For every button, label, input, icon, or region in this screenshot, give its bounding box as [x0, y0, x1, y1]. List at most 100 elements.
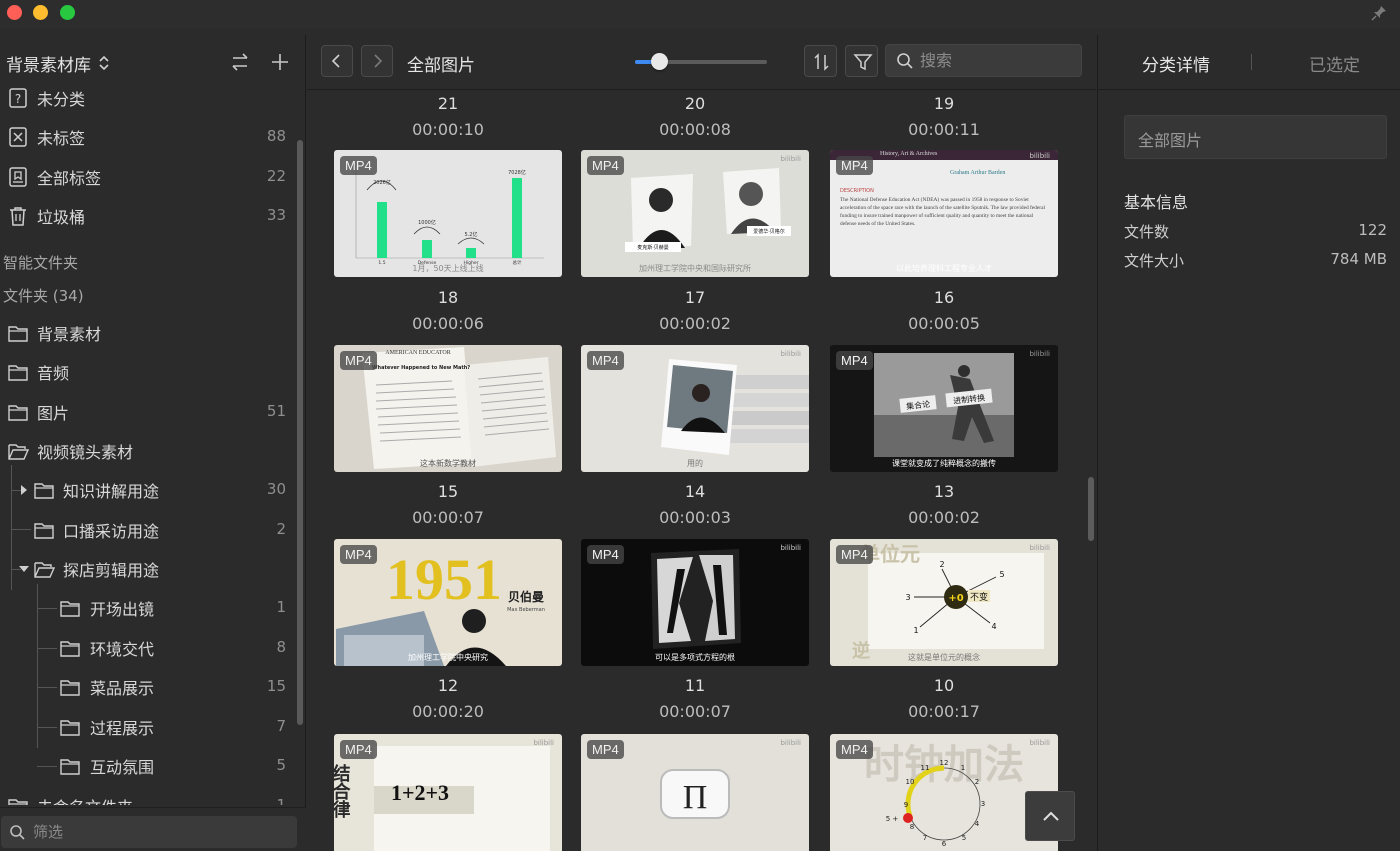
item-duration: 00:00:07 — [412, 508, 484, 527]
info-value: 784 MB — [1330, 250, 1387, 268]
media-thumbnail[interactable]: MP4 bilibili 可以是多项式方程的根 — [581, 539, 809, 666]
media-thumbnail[interactable]: 2026亿 1000亿 5.2亿 7028亿 1.5 Defense Highe… — [334, 150, 562, 277]
smart-folders-title[interactable]: 智能文件夹 — [3, 252, 78, 273]
media-thumbnail[interactable]: AMERICAN EDUCATOR Whatever Happened to N… — [334, 345, 562, 472]
folder-item-store-visit-editing[interactable]: 探店剪辑用途 — [0, 551, 296, 587]
folder-item-knowledge-explain[interactable]: 知识讲解用途 30 — [0, 472, 296, 508]
tab-selected[interactable]: 已选定 — [1309, 51, 1360, 76]
folder-count: 5 — [276, 756, 286, 774]
media-thumbnail[interactable]: MP4 bilibili 用的 — [581, 345, 809, 472]
overlay-text: 结合律 — [334, 763, 351, 819]
watermark-icon: bilibili — [780, 350, 801, 358]
media-thumbnail[interactable]: 麦克斯·贝赫曼 爱德华·贝格尔 MP4 bilibili 加州理工学院中央和国际… — [581, 150, 809, 277]
inspector-panel: 分类详情 已选定 全部图片 基本信息 文件数 122 文件大小 784 MB — [1097, 35, 1400, 851]
media-thumbnail[interactable]: 集合论 进制转换 MP4 bilibili 课堂就变成了纯粹概念的搬传 — [830, 345, 1058, 472]
title-bar — [0, 0, 1400, 28]
item-duration: 00:00:10 — [412, 120, 484, 139]
folder-icon — [8, 405, 28, 421]
item-duration: 00:00:02 — [908, 508, 980, 527]
expand-arrow-icon[interactable] — [21, 485, 27, 495]
folder-item-images[interactable]: 图片 51 — [0, 394, 296, 430]
library-switcher[interactable]: 背景素材库 — [6, 51, 91, 76]
sidebar-item-uncategorized[interactable]: ? 未分类 — [0, 83, 296, 116]
folder-label: 图片 — [37, 404, 70, 423]
media-thumbnail[interactable]: 单位元 逆 +0 不变 2 3 5 1 4 MP4 bilibili 这就是单位… — [830, 539, 1058, 666]
folder-item-video-footage[interactable]: 视频镜头素材 — [0, 433, 296, 469]
minimize-window-button[interactable] — [33, 5, 48, 20]
video-subtitle: 1月，50天上线上线 — [412, 264, 484, 273]
media-thumbnail[interactable]: 结合律 1+2+3 MP4 bilibili — [334, 734, 562, 851]
mp4-badge: MP4 — [587, 740, 624, 759]
info-label: 文件大小 — [1124, 252, 1185, 270]
item-number: 21 — [437, 94, 459, 113]
folder-item-dish-display[interactable]: 菜品展示 15 — [0, 669, 296, 705]
folders-title[interactable]: 文件夹 (34) — [3, 285, 84, 306]
toolbar: 全部图片 — [307, 35, 1096, 90]
folder-item-background-material[interactable]: 背景素材 — [0, 315, 296, 351]
media-thumbnail[interactable]: 1951 贝伯曼 Max Beberman MP4 加州理工学院中央研究 — [334, 539, 562, 666]
sidebar-scrollbar[interactable] — [297, 140, 303, 725]
filter-button[interactable] — [845, 45, 878, 77]
media-thumbnail[interactable]: 时钟加法 12 1 2 3 4 5 6 7 8 9 10 11 5 + MP4 … — [830, 734, 1058, 851]
grid-scrollbar[interactable] — [1088, 477, 1094, 541]
sort-button[interactable] — [804, 45, 837, 77]
folder-count: 1 — [276, 796, 286, 805]
question-icon: ? — [9, 88, 27, 108]
filter-input[interactable] — [1, 816, 297, 848]
add-icon[interactable] — [269, 51, 291, 73]
folder-item-talking-interview[interactable]: 口播采访用途 2 — [0, 512, 296, 548]
clock-number: 6 — [942, 840, 947, 848]
mp4-badge: MP4 — [587, 545, 624, 564]
folder-label: 探店剪辑用途 — [63, 561, 160, 580]
mp4-badge: MP4 — [340, 545, 377, 564]
collapse-arrow-icon[interactable] — [19, 566, 29, 572]
tab-category-details[interactable]: 分类详情 — [1142, 51, 1210, 76]
folder-item-environment[interactable]: 环境交代 8 — [0, 630, 296, 666]
sidebar-item-untagged[interactable]: 未标签 88 — [0, 119, 296, 155]
folder-item-opening[interactable]: 开场出镜 1 — [0, 590, 296, 626]
chevron-up-down-icon[interactable] — [98, 53, 110, 73]
watermark-icon: bilibili — [1029, 739, 1050, 747]
web-heading: DESCRIPTION — [840, 188, 874, 194]
sidebar-item-trash[interactable]: 垃圾桶 33 — [0, 198, 296, 234]
media-thumbnail[interactable]: History, Art & Archives Graham Arthur Ba… — [830, 150, 1058, 277]
sidebar-item-all-tags[interactable]: 全部标签 22 — [0, 159, 296, 195]
close-window-button[interactable] — [7, 5, 22, 20]
clock-number: 9 — [904, 801, 908, 809]
mp4-badge: MP4 — [836, 351, 873, 370]
overlay-text: 4 — [991, 622, 996, 631]
media-thumbnail[interactable]: Π MP4 bilibili — [581, 734, 809, 851]
zoom-slider-knob[interactable] — [650, 53, 668, 70]
mp4-badge: MP4 — [836, 156, 873, 175]
sort-icon — [814, 53, 829, 71]
folder-item-unnamed[interactable]: 未命名文件夹 1 — [0, 788, 296, 805]
mp4-badge: MP4 — [340, 740, 377, 759]
folder-item-audio[interactable]: 音频 — [0, 354, 296, 390]
mp4-badge: MP4 — [340, 156, 377, 175]
category-name-field[interactable]: 全部图片 — [1124, 115, 1387, 159]
folder-label: 开场出镜 — [90, 600, 155, 619]
folder-icon — [60, 601, 80, 617]
forward-button[interactable] — [361, 45, 393, 77]
item-duration: 00:00:02 — [659, 314, 731, 333]
clock-number: 5 + — [886, 815, 899, 823]
portrait-caption: 麦克斯·贝赫曼 — [637, 244, 669, 251]
chevron-left-icon — [331, 54, 340, 68]
folder-icon — [34, 523, 54, 539]
folder-item-process-display[interactable]: 过程展示 7 — [0, 709, 296, 745]
clock-number: 2 — [975, 778, 979, 786]
pin-icon[interactable] — [1370, 4, 1388, 22]
zoom-window-button[interactable] — [60, 5, 75, 20]
folder-item-interaction-atmosphere[interactable]: 互动氛围 5 — [0, 748, 296, 784]
clock-number: 4 — [975, 820, 980, 828]
search-box[interactable] — [885, 44, 1082, 77]
item-number: 13 — [933, 482, 955, 501]
clock-number: 8 — [910, 823, 914, 831]
tags-icon — [9, 167, 27, 187]
filter-bar — [0, 807, 306, 851]
search-input[interactable] — [920, 45, 1078, 76]
swap-icon[interactable] — [229, 51, 251, 73]
scroll-to-top-button[interactable] — [1025, 791, 1075, 841]
sidebar-item-label: 全部标签 — [37, 169, 102, 188]
back-button[interactable] — [321, 45, 353, 77]
